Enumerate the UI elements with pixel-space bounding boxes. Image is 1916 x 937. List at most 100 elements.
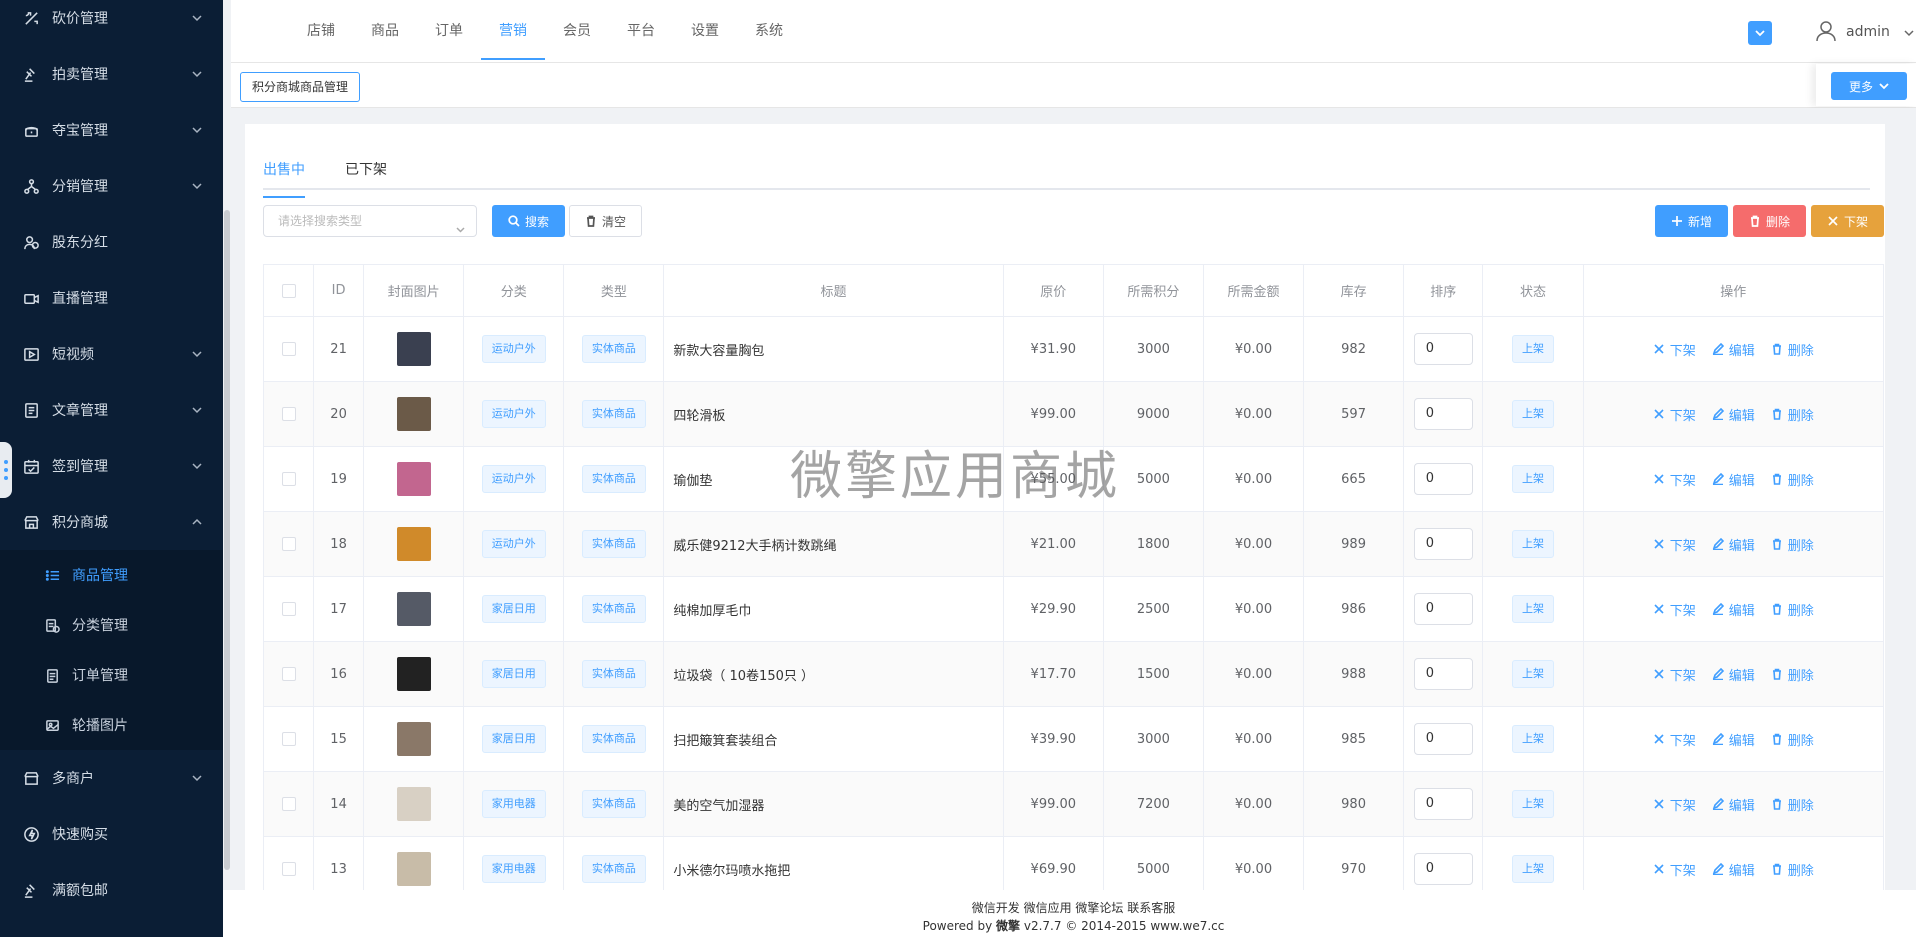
row-edit-action[interactable]: 编辑 [1712, 340, 1755, 359]
row-checkbox[interactable] [281, 407, 296, 421]
tab-7[interactable]: 系统 [737, 0, 801, 60]
sort-input[interactable]: 0 [1413, 658, 1473, 690]
sidebar-item-top-4[interactable]: 股东分红 [0, 214, 223, 270]
search-type-select[interactable]: 请选择搜索类型 [263, 205, 477, 237]
tab-2[interactable]: 订单 [417, 0, 481, 60]
close-icon [1654, 669, 1664, 679]
row-checkbox[interactable] [281, 862, 296, 876]
delete-button[interactable]: 删除 [1733, 205, 1806, 237]
sort-input[interactable]: 0 [1413, 788, 1473, 820]
clear-button[interactable]: 清空 [569, 205, 642, 237]
tab-5[interactable]: 平台 [609, 0, 673, 60]
row-edit-action[interactable]: 编辑 [1712, 860, 1755, 879]
sidebar-item-top-0[interactable]: 砍价管理 [0, 0, 223, 46]
sidebar-item-bottom-0[interactable]: 多商户 [0, 750, 223, 806]
row-delete-action[interactable]: 删除 [1771, 795, 1814, 814]
row-delete-action[interactable]: 删除 [1771, 730, 1814, 749]
row-delete-action[interactable]: 删除 [1771, 860, 1814, 879]
sidebar-item-top-8[interactable]: 签到管理 [0, 438, 223, 494]
row-offline-action[interactable]: 下架 [1653, 600, 1696, 619]
breadcrumb-tab-button[interactable]: 积分商城商品管理 [240, 72, 361, 102]
more-button[interactable]: 更多 [1831, 72, 1907, 100]
status-badge[interactable]: 上架 [1512, 335, 1555, 363]
sort-input[interactable]: 0 [1413, 398, 1473, 430]
row-edit-action[interactable]: 编辑 [1712, 535, 1755, 554]
tab-1[interactable]: 商品 [353, 0, 417, 60]
row-edit-action[interactable]: 编辑 [1712, 795, 1755, 814]
sidebar-item-top-7[interactable]: 文章管理 [0, 382, 223, 438]
row-offline-action[interactable]: 下架 [1653, 340, 1696, 359]
row-checkbox[interactable] [281, 602, 296, 616]
status-badge[interactable]: 上架 [1512, 660, 1555, 688]
row-checkbox[interactable] [281, 667, 296, 681]
status-badge[interactable]: 上架 [1512, 855, 1555, 883]
row-delete-action[interactable]: 删除 [1771, 665, 1814, 684]
select-all-checkbox[interactable] [281, 283, 296, 298]
row-offline-action[interactable]: 下架 [1653, 665, 1696, 684]
submenu-item-3[interactable]: 轮播图片 [0, 700, 223, 750]
add-button[interactable]: 新增 [1655, 205, 1728, 237]
submenu-item-2[interactable]: 订单管理 [0, 650, 223, 700]
sort-input[interactable]: 0 [1413, 853, 1473, 885]
status-badge[interactable]: 上架 [1512, 465, 1555, 493]
status-badge[interactable]: 上架 [1512, 725, 1555, 753]
row-delete-action[interactable]: 删除 [1771, 535, 1814, 554]
row-checkbox[interactable] [281, 732, 296, 746]
footer-links[interactable]: 微信开发 微信应用 微擎论坛 联系客服 [231, 899, 1916, 916]
row-offline-action[interactable]: 下架 [1653, 535, 1696, 554]
sort-input[interactable]: 0 [1413, 723, 1473, 755]
status-badge[interactable]: 上架 [1512, 595, 1555, 623]
row-edit-action[interactable]: 编辑 [1712, 405, 1755, 424]
sidebar-item-top-1[interactable]: 拍卖管理 [0, 46, 223, 102]
row-checkbox[interactable] [281, 537, 296, 551]
sort-input[interactable]: 0 [1413, 333, 1473, 365]
sidebar-item-top-9[interactable]: 积分商城 [0, 494, 223, 550]
sidebar-item-top-2[interactable]: 夺宝管理 [0, 102, 223, 158]
offline-button[interactable]: 下架 [1811, 205, 1884, 237]
user-icon[interactable] [1815, 20, 1837, 42]
sidebar-item-top-5[interactable]: 直播管理 [0, 270, 223, 326]
sidebar-item-top-6[interactable]: 短视频 [0, 326, 223, 382]
status-tab-0[interactable]: 出售中 [263, 158, 305, 198]
sidebar-scrollbar[interactable] [223, 0, 231, 890]
dropdown-toggle-icon[interactable] [1748, 21, 1772, 45]
status-tab-1[interactable]: 已下架 [345, 158, 387, 188]
sort-input[interactable]: 0 [1413, 593, 1473, 625]
row-offline-action[interactable]: 下架 [1653, 795, 1696, 814]
row-edit-action[interactable]: 编辑 [1712, 665, 1755, 684]
status-badge[interactable]: 上架 [1512, 530, 1555, 558]
status-badge[interactable]: 上架 [1512, 400, 1555, 428]
row-checkbox[interactable] [281, 342, 296, 356]
row-offline-action[interactable]: 下架 [1653, 405, 1696, 424]
row-offline-action[interactable]: 下架 [1653, 730, 1696, 749]
search-button[interactable]: 搜索 [492, 205, 565, 237]
tab-6[interactable]: 设置 [673, 0, 737, 60]
row-delete-action[interactable]: 删除 [1771, 600, 1814, 619]
row-delete-action[interactable]: 删除 [1771, 340, 1814, 359]
row-checkbox[interactable] [281, 797, 296, 811]
tab-0[interactable]: 店铺 [289, 0, 353, 60]
sidebar-item-bottom-2[interactable]: 满额包邮 [0, 862, 223, 918]
sidebar-collapse-handle[interactable] [0, 442, 12, 498]
chevron-down-icon[interactable] [1903, 27, 1915, 39]
submenu-item-0[interactable]: 商品管理 [0, 550, 223, 600]
tab-4[interactable]: 会员 [545, 0, 609, 60]
sidebar-item-bottom-1[interactable]: 快速购买 [0, 806, 223, 862]
row-delete-action[interactable]: 删除 [1771, 405, 1814, 424]
sidebar-item-top-3[interactable]: 分销管理 [0, 158, 223, 214]
row-edit-action[interactable]: 编辑 [1712, 730, 1755, 749]
tab-3[interactable]: 营销 [481, 0, 545, 60]
row-delete-action[interactable]: 删除 [1771, 470, 1814, 489]
submenu-item-1[interactable]: 分类管理 [0, 600, 223, 650]
user-name[interactable]: admin [1846, 24, 1890, 40]
status-badge[interactable]: 上架 [1512, 790, 1555, 818]
row-checkbox[interactable] [281, 472, 296, 486]
row-offline-action[interactable]: 下架 [1653, 470, 1696, 489]
row-edit-action[interactable]: 编辑 [1712, 470, 1755, 489]
row-select [262, 576, 315, 642]
sort-input[interactable]: 0 [1413, 528, 1473, 560]
clear-button-label: 清空 [601, 214, 626, 229]
sort-input[interactable]: 0 [1413, 463, 1473, 495]
row-offline-action[interactable]: 下架 [1653, 860, 1696, 879]
row-edit-action[interactable]: 编辑 [1712, 600, 1755, 619]
